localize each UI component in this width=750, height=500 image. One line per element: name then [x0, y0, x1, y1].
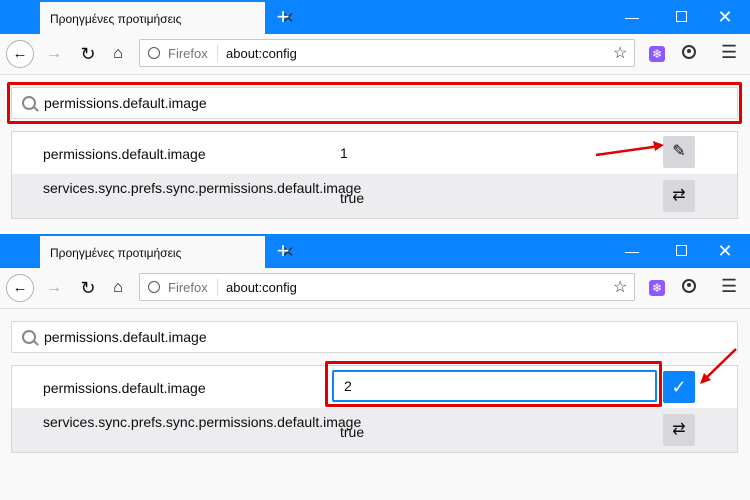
red-arrow-to-edit: [595, 144, 661, 157]
browser-window-after: Προηγμένες προτιμήσεις ✕ + — ✕ ← → ↻ ⌂ F…: [0, 234, 750, 500]
red-arrowhead: [653, 141, 664, 151]
arrow-overlay: [700, 348, 737, 384]
browser-window-before: Προηγμένες προτιμήσεις ✕ + — ✕ ← → ↻ ⌂ F…: [0, 0, 750, 232]
red-arrow-to-save: [703, 348, 737, 381]
arrow-overlay: [595, 141, 664, 157]
